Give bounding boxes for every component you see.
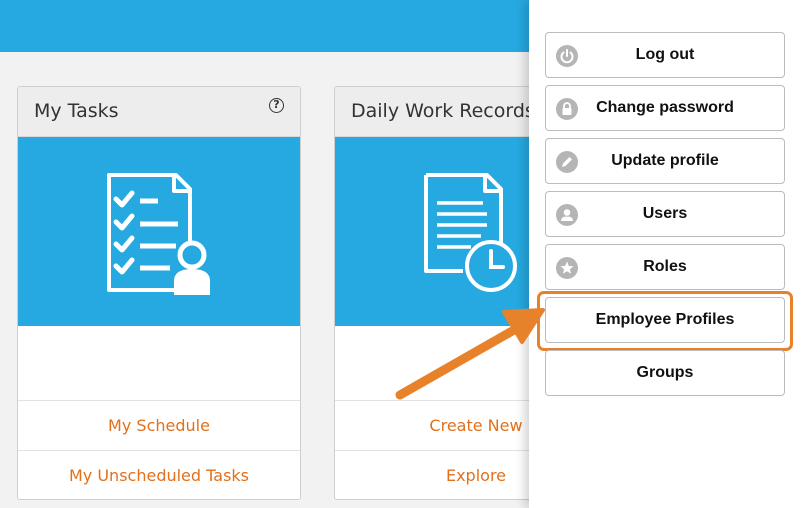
menu-item-label: Groups [636,364,694,381]
card-title: Daily Work Records [351,100,535,122]
roles-button[interactable]: Roles [545,244,785,290]
checklist-user-icon [107,173,210,295]
menu-item-label: Update profile [611,152,719,169]
help-icon[interactable]: ? [269,98,284,113]
menu-item-label: Change password [596,99,734,116]
card-header: My Tasks ? [18,87,300,137]
menu-item-label: Users [642,205,688,222]
top-app-bar [0,0,530,52]
menu-item-label: Log out [635,46,695,63]
menu-item-label: Employee Profiles [595,311,735,328]
my-unscheduled-tasks-link[interactable]: My Unscheduled Tasks [18,451,300,499]
my-schedule-link[interactable]: My Schedule [18,401,300,451]
update-profile-button[interactable]: Update profile [545,138,785,184]
card-hero[interactable] [18,137,300,326]
users-button[interactable]: Users [545,191,785,237]
document-clock-icon [424,173,517,292]
my-tasks-card: My Tasks ? My Schedule My Unscheduled Ta… [17,86,301,500]
change-password-button[interactable]: Change password [545,85,785,131]
employee-profiles-button[interactable]: Employee Profiles [545,297,785,343]
groups-button[interactable]: Groups [545,350,785,396]
user-menu-panel: Log out Change password Update profile U… [529,0,809,508]
log-out-button[interactable]: Log out [545,32,785,78]
card-body [18,326,300,401]
menu-item-label: Roles [643,258,687,275]
card-title: My Tasks [34,100,119,122]
